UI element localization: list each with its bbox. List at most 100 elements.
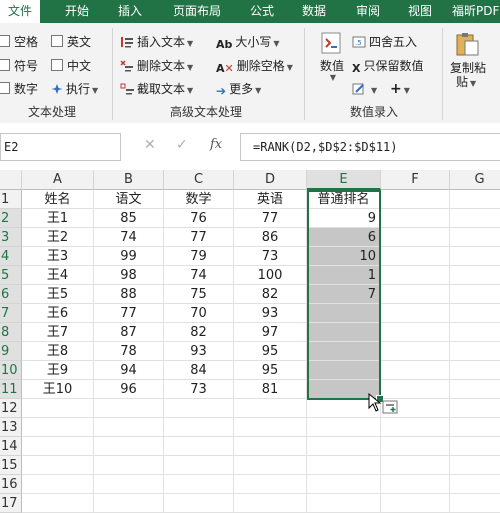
cell-b12[interactable] (94, 399, 164, 418)
tab-insert[interactable]: 插入 (108, 0, 152, 23)
cell-d17[interactable] (234, 494, 307, 513)
tab-data[interactable]: 数据 (292, 0, 336, 23)
insert-function-icon[interactable]: fx (210, 137, 222, 152)
delete-text-button[interactable]: 删除文本 ▼ (120, 58, 193, 76)
row-header-4[interactable]: 4 (0, 247, 22, 266)
cell-d2[interactable]: 77 (234, 209, 307, 228)
cell-f13[interactable] (381, 418, 450, 437)
cell-f14[interactable] (381, 437, 450, 456)
cell-g10[interactable] (450, 361, 500, 380)
cell-b6[interactable]: 88 (94, 285, 164, 304)
row-header-13[interactable]: 13 (0, 418, 22, 437)
cell-d5[interactable]: 100 (234, 266, 307, 285)
execute-button[interactable]: 执行 ▼ (51, 81, 98, 99)
column-header-e[interactable]: E (307, 170, 381, 190)
cell-b2[interactable]: 85 (94, 209, 164, 228)
tab-foxit-pdf[interactable]: 福昕PDF (452, 0, 500, 23)
cell-g16[interactable] (450, 475, 500, 494)
row-header-8[interactable]: 8 (0, 323, 22, 342)
cell-a9[interactable]: 王8 (22, 342, 94, 361)
plus-button[interactable]: + ▼ (390, 81, 410, 99)
cell-b16[interactable] (94, 475, 164, 494)
cell-c4[interactable]: 79 (164, 247, 234, 266)
cell-a5[interactable]: 王4 (22, 266, 94, 285)
row-header-3[interactable]: 3 (0, 228, 22, 247)
cell-g6[interactable] (450, 285, 500, 304)
formula-input[interactable]: =RANK(D2,$D$2:$D$11) (240, 133, 500, 161)
cell-b11[interactable]: 96 (94, 380, 164, 399)
column-header-f[interactable]: F (381, 170, 450, 190)
cell-b9[interactable]: 78 (94, 342, 164, 361)
cell-a13[interactable] (22, 418, 94, 437)
cell-e5[interactable]: 1 (307, 266, 381, 285)
cell-c10[interactable]: 84 (164, 361, 234, 380)
cell-b7[interactable]: 77 (94, 304, 164, 323)
row-header-17[interactable]: 17 (0, 494, 22, 513)
row-header-12[interactable]: 12 (0, 399, 22, 418)
keep-value-button[interactable]: X 只保留数值 (352, 58, 424, 77)
cell-a6[interactable]: 王5 (22, 285, 94, 304)
column-header-d[interactable]: D (234, 170, 307, 190)
cell-a14[interactable] (22, 437, 94, 456)
column-header-b[interactable]: B (94, 170, 164, 190)
cell-d10[interactable]: 95 (234, 361, 307, 380)
extract-text-button[interactable]: 截取文本 ▼ (120, 81, 193, 99)
cell-b8[interactable]: 87 (94, 323, 164, 342)
cell-g7[interactable] (450, 304, 500, 323)
cell-a10[interactable]: 王9 (22, 361, 94, 380)
symbol-checkbox[interactable]: 符号 (0, 58, 38, 74)
cell-a7[interactable]: 王6 (22, 304, 94, 323)
space-checkbox[interactable]: 空格 (0, 34, 38, 50)
cell-a4[interactable]: 王3 (22, 247, 94, 266)
cell-a8[interactable]: 王7 (22, 323, 94, 342)
row-header-1[interactable]: 1 (0, 190, 22, 209)
cell-f8[interactable] (381, 323, 450, 342)
copy-paste-button[interactable]: 复制粘 贴 ▼ (450, 31, 500, 91)
cell-c15[interactable] (164, 456, 234, 475)
round-button[interactable]: .5 四舍五入 (352, 34, 417, 52)
cell-g15[interactable] (450, 456, 500, 475)
cell-e15[interactable] (307, 456, 381, 475)
cell-a11[interactable]: 王10 (22, 380, 94, 399)
cell-e7[interactable] (307, 304, 381, 323)
cell-e2[interactable]: 9 (307, 209, 381, 228)
tab-page-layout[interactable]: 页面布局 (160, 0, 234, 23)
cell-f1[interactable] (381, 190, 450, 209)
cell-g3[interactable] (450, 228, 500, 247)
cell-c1[interactable]: 数学 (164, 190, 234, 209)
cell-f4[interactable] (381, 247, 450, 266)
cell-c14[interactable] (164, 437, 234, 456)
cell-b3[interactable]: 74 (94, 228, 164, 247)
cell-a15[interactable] (22, 456, 94, 475)
cell-f17[interactable] (381, 494, 450, 513)
cell-b4[interactable]: 99 (94, 247, 164, 266)
cell-d6[interactable]: 82 (234, 285, 307, 304)
number-checkbox[interactable]: 数字 (0, 81, 38, 97)
cell-c8[interactable]: 82 (164, 323, 234, 342)
cell-c6[interactable]: 75 (164, 285, 234, 304)
cell-b1[interactable]: 语文 (94, 190, 164, 209)
tab-home[interactable]: 开始 (52, 0, 102, 23)
cell-f5[interactable] (381, 266, 450, 285)
column-header-g[interactable]: G (450, 170, 500, 190)
cell-e17[interactable] (307, 494, 381, 513)
cell-g4[interactable] (450, 247, 500, 266)
tab-review[interactable]: 审阅 (346, 0, 390, 23)
cell-d4[interactable]: 73 (234, 247, 307, 266)
cell-g5[interactable] (450, 266, 500, 285)
cell-c7[interactable]: 70 (164, 304, 234, 323)
cell-d14[interactable] (234, 437, 307, 456)
cell-a3[interactable]: 王2 (22, 228, 94, 247)
cell-e1[interactable]: 普通排名 (307, 190, 381, 209)
cell-d9[interactable]: 95 (234, 342, 307, 361)
row-header-7[interactable]: 7 (0, 304, 22, 323)
name-box[interactable]: E2 (0, 133, 121, 161)
cell-d13[interactable] (234, 418, 307, 437)
row-header-15[interactable]: 15 (0, 456, 22, 475)
cell-b10[interactable]: 94 (94, 361, 164, 380)
cell-d12[interactable] (234, 399, 307, 418)
cell-f7[interactable] (381, 304, 450, 323)
row-header-9[interactable]: 9 (0, 342, 22, 361)
value-button[interactable]: 数值 ▼ (312, 31, 352, 83)
cell-c9[interactable]: 93 (164, 342, 234, 361)
